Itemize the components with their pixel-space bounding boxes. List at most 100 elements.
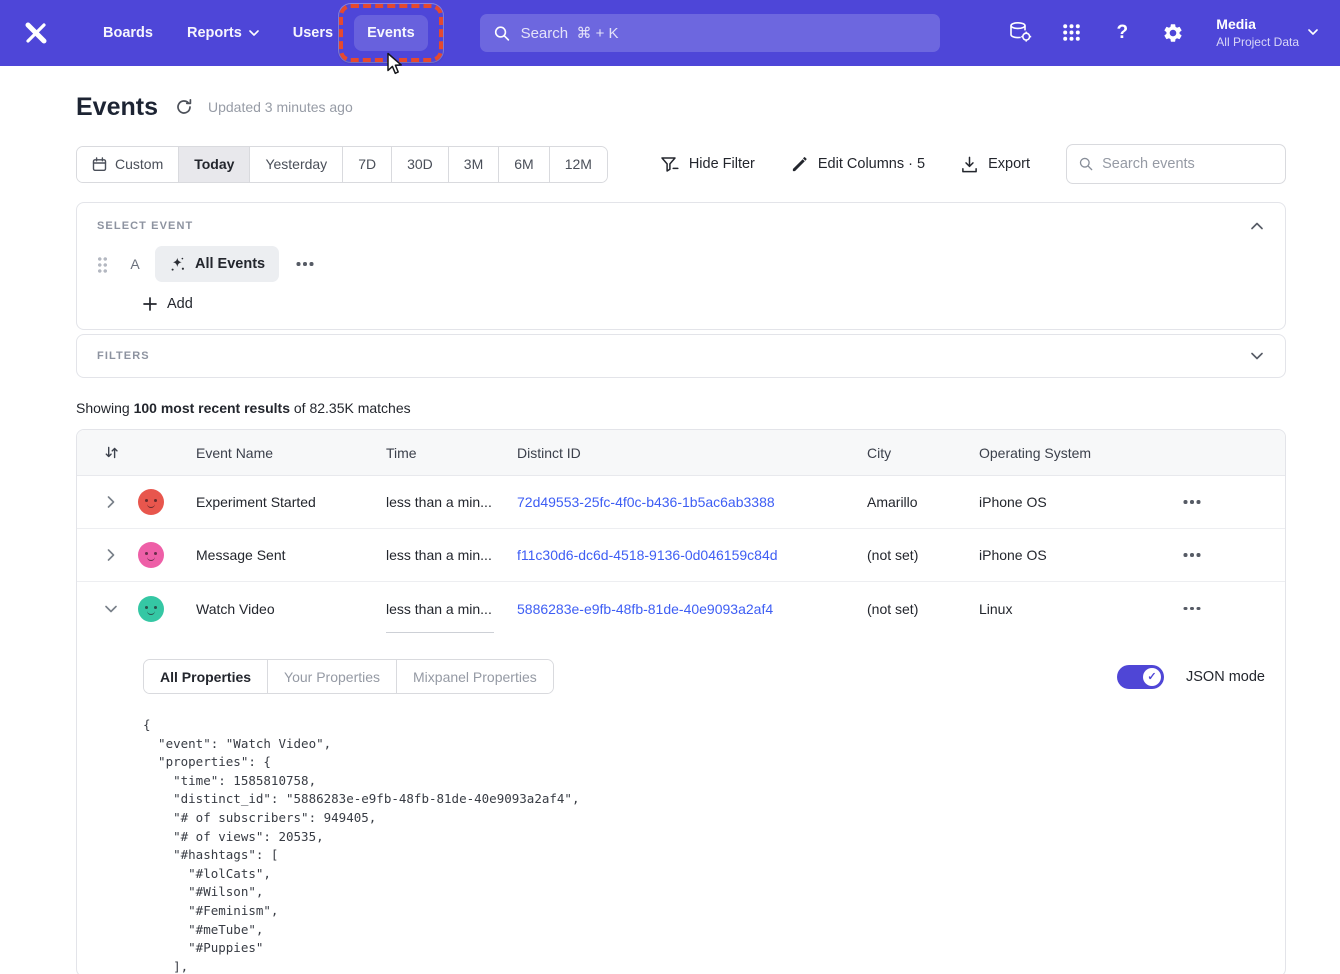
export-label: Export xyxy=(988,156,1030,172)
event-json-viewer[interactable]: { "event": "Watch Video", "properties": … xyxy=(143,716,1265,974)
results-suffix: of 82.35K matches xyxy=(290,400,411,416)
page-header: Events Updated 3 minutes ago xyxy=(76,92,1286,122)
range-12m[interactable]: 12M xyxy=(549,147,607,182)
col-header-city[interactable]: City xyxy=(842,445,954,461)
export-button[interactable]: Export xyxy=(961,156,1030,173)
range-30d[interactable]: 30D xyxy=(391,147,448,182)
cell-distinct-id[interactable]: 72d49553-25fc-4f0c-b436-1b5ac6ab3388 xyxy=(517,494,775,510)
results-prefix: Showing xyxy=(76,400,134,416)
chevron-right-icon xyxy=(107,549,115,561)
range-7d[interactable]: 7D xyxy=(342,147,391,182)
drag-handle-icon[interactable] xyxy=(97,255,108,273)
filters-card: FILTERS xyxy=(76,334,1286,378)
range-custom[interactable]: Custom xyxy=(77,147,178,182)
project-text: Media All Project Data xyxy=(1216,15,1299,50)
mixpanel-logo-icon xyxy=(24,21,48,45)
chevron-up-icon xyxy=(1251,222,1263,230)
tab-mixpanel-properties[interactable]: Mixpanel Properties xyxy=(396,660,553,693)
user-avatar[interactable] xyxy=(138,596,164,622)
range-label: Yesterday xyxy=(265,156,327,172)
hide-filter-label: Hide Filter xyxy=(689,156,755,172)
table-row: Message Sent less than a min... f11c30d6… xyxy=(77,529,1285,582)
user-avatar[interactable] xyxy=(138,489,164,515)
json-mode-toggle[interactable]: ✓ xyxy=(1117,665,1164,689)
row-actions-button[interactable] xyxy=(1181,491,1203,513)
help-icon[interactable]: ? xyxy=(1110,21,1134,45)
results-highlight: 100 most recent results xyxy=(134,400,290,416)
global-search-input[interactable] xyxy=(521,25,926,42)
user-avatar[interactable] xyxy=(138,542,164,568)
cell-time: less than a min... xyxy=(361,547,492,563)
project-selector[interactable]: Media All Project Data xyxy=(1216,15,1318,50)
expand-filters-button[interactable] xyxy=(1249,350,1265,362)
edit-columns-button[interactable]: Edit Columns · 5 xyxy=(791,156,925,173)
nav-item-users[interactable]: Users xyxy=(280,15,346,51)
cell-distinct-id[interactable]: 5886283e-e9fb-48fb-81de-40e9093a2af4 xyxy=(517,601,773,617)
row-actions-button[interactable] xyxy=(1181,544,1203,566)
nav-item-reports[interactable]: Reports xyxy=(174,15,272,51)
refresh-button[interactable] xyxy=(175,98,193,116)
collapse-row-button[interactable] xyxy=(91,582,131,635)
cell-city: Amarillo xyxy=(842,494,954,510)
range-3m[interactable]: 3M xyxy=(448,147,498,182)
top-navbar: Boards Reports Users Events xyxy=(0,0,1340,66)
col-header-time[interactable]: Time xyxy=(361,445,492,461)
navbar-right: ? Media All Project Data xyxy=(1008,15,1318,50)
range-yesterday[interactable]: Yesterday xyxy=(249,147,342,182)
download-icon xyxy=(961,156,978,173)
apps-grid-icon[interactable] xyxy=(1059,21,1083,45)
mixpanel-logo[interactable] xyxy=(22,19,50,47)
col-header-distinct-id[interactable]: Distinct ID xyxy=(492,445,842,461)
properties-tabs: All Properties Your Properties Mixpanel … xyxy=(143,659,554,694)
help-glyph: ? xyxy=(1116,22,1128,44)
col-header-event-name[interactable]: Event Name xyxy=(171,445,361,461)
more-icon xyxy=(1190,500,1194,504)
row-actions-button[interactable] xyxy=(1181,598,1203,620)
hide-filter-button[interactable]: Hide Filter xyxy=(660,156,755,173)
nav-item-boards[interactable]: Boards xyxy=(90,15,166,51)
tab-your-properties[interactable]: Your Properties xyxy=(267,660,396,693)
select-event-card: SELECT EVENT A All Events xyxy=(76,202,1286,330)
search-events-input[interactable] xyxy=(1102,156,1273,172)
filters-header: FILTERS xyxy=(97,350,1265,362)
range-label: 12M xyxy=(565,156,592,172)
chevron-down-icon xyxy=(105,605,117,613)
filter-icon xyxy=(660,156,679,173)
sort-header[interactable] xyxy=(91,445,131,460)
expand-row-button[interactable] xyxy=(91,476,131,528)
page-title: Events xyxy=(76,93,158,122)
range-6m[interactable]: 6M xyxy=(498,147,548,182)
cell-distinct-id[interactable]: f11c30d6-dc6d-4518-9136-0d046159c84d xyxy=(517,547,778,563)
expand-row-button[interactable] xyxy=(91,529,131,581)
search-events-box[interactable] xyxy=(1066,144,1286,184)
last-updated-text: Updated 3 minutes ago xyxy=(208,99,353,115)
range-label: 3M xyxy=(464,156,483,172)
cell-os: Linux xyxy=(954,601,1111,617)
cell-city: (not set) xyxy=(842,547,954,563)
toggle-check-icon: ✓ xyxy=(1143,668,1161,686)
primary-nav: Boards Reports Users Events xyxy=(90,15,428,51)
global-search[interactable] xyxy=(480,14,940,52)
calendar-icon xyxy=(92,157,107,172)
table-row: Experiment Started less than a min... 72… xyxy=(77,476,1285,529)
event-chip-all-events[interactable]: All Events xyxy=(155,246,279,282)
settings-gear-icon[interactable] xyxy=(1161,21,1185,45)
sort-icon xyxy=(104,445,119,460)
toolbar: Custom Today Yesterday 7D 30D 3M 6M 12M xyxy=(76,144,1286,184)
collapse-section-button[interactable] xyxy=(1249,220,1265,232)
add-event-button[interactable]: Add xyxy=(143,296,193,312)
data-management-icon[interactable] xyxy=(1008,21,1032,45)
nav-item-events[interactable]: Events xyxy=(354,15,428,51)
project-name: Media xyxy=(1216,15,1299,34)
cell-event-name: Experiment Started xyxy=(171,494,361,510)
range-label: 6M xyxy=(514,156,533,172)
tab-all-properties[interactable]: All Properties xyxy=(144,660,267,693)
range-label: Today xyxy=(194,156,234,172)
sparkle-event-icon xyxy=(169,256,186,273)
col-header-os[interactable]: Operating System xyxy=(954,445,1111,461)
filters-label: FILTERS xyxy=(97,350,150,362)
cell-event-name: Message Sent xyxy=(171,547,361,563)
select-event-label: SELECT EVENT xyxy=(97,220,193,232)
range-today[interactable]: Today xyxy=(178,147,249,182)
event-more-options-button[interactable] xyxy=(294,253,316,275)
